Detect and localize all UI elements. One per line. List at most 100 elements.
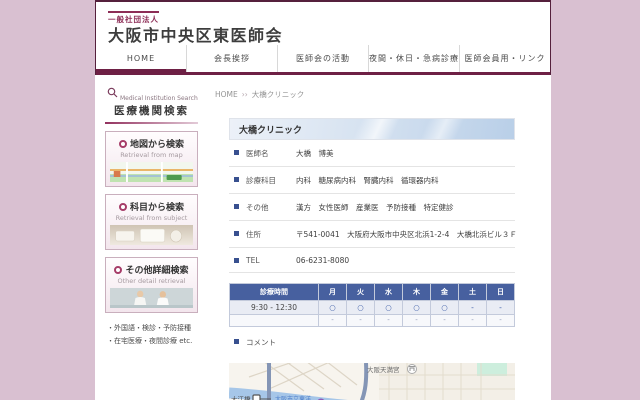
search-icon <box>107 83 118 102</box>
field-row-doctor-name: 医師名 大橋 博美 <box>229 140 515 167</box>
corporation-type-label: 一般社団法人 <box>108 11 159 25</box>
schedule-time-cell <box>230 315 318 326</box>
site-header: 一般社団法人 大阪市中央区東医師会 HOME 会長挨拶 医師会の活動 夜間・休日… <box>95 0 551 75</box>
bullet-icon <box>119 140 127 148</box>
page: 一般社団法人 大阪市中央区東医師会 HOME 会長挨拶 医師会の活動 夜間・休日… <box>0 0 640 400</box>
field-bullet-icon <box>234 177 239 182</box>
schedule-cell: - <box>459 301 486 314</box>
sidebar-note-line: ・外国語・検診・予防接種 <box>107 322 198 335</box>
field-bullet-icon <box>234 150 239 155</box>
schedule-cell: - <box>431 315 458 326</box>
field-row-departments: 診療科目 内科 糖尿病内科 腎臓内科 循環器内科 <box>229 167 515 194</box>
sidebar-item-label: 地図から検索 <box>130 137 184 150</box>
nav-item-greeting[interactable]: 会長挨拶 <box>186 45 277 72</box>
schedule-row-afternoon: - - - - - - - <box>230 315 514 326</box>
subject-thumbnail-image <box>110 225 193 245</box>
body-area: Medical Institution Search 医療機関検索 地図から検索… <box>95 75 551 400</box>
schedule-cell: - <box>347 315 374 326</box>
sidebar-item-caption: Retrieval from map <box>110 151 193 159</box>
sidebar-item-label: その他詳細検索 <box>125 263 188 276</box>
site-title: 大阪市中央区東医師会 <box>108 26 550 45</box>
map-label-bridge: 大江橋 <box>231 395 251 400</box>
schedule-day-mon: 月 <box>319 284 346 300</box>
field-value: 漢方 女性医師 産業医 予防接種 特定健診 <box>296 202 454 213</box>
sidebar-notes: ・外国語・検診・予防接種 ・在宅医療・夜間診療 etc. <box>105 322 198 349</box>
schedule-day-wed: 水 <box>375 284 402 300</box>
sidebar-item-caption: Retrieval from subject <box>110 214 193 222</box>
doctors-thumbnail-image <box>110 288 193 308</box>
bullet-icon <box>119 203 127 211</box>
sidebar-item-other-detail-search[interactable]: その他詳細検索 Other detail retrieval <box>105 257 198 313</box>
schedule-cell: - <box>487 315 514 326</box>
sidebar-item-caption: Other detail retrieval <box>110 277 193 285</box>
map-label-museum-1: 大阪市立東洋 <box>275 395 311 400</box>
field-label: 医師名 <box>246 148 296 159</box>
map-thumbnail-image <box>110 162 193 182</box>
map-label-shrine: 大阪天満宮 <box>367 365 400 374</box>
schedule-row-morning: 9:30 - 12:30 ○ ○ ○ ○ ○ - - <box>230 301 514 314</box>
clinic-name: 大橋クリニック <box>239 123 302 136</box>
field-label: TEL <box>246 256 296 265</box>
search-title-en: Medical Institution Search <box>120 95 198 102</box>
field-value: 大橋 博美 <box>296 148 334 159</box>
field-label: その他 <box>246 202 296 213</box>
nav-item-activities[interactable]: 医師会の活動 <box>277 45 368 72</box>
breadcrumb-current: 大橋クリニック <box>252 90 305 99</box>
field-value: 06-6231-8080 <box>296 256 349 265</box>
consultation-hours-table: 診療時間 月 火 水 木 金 土 日 9:30 - 12:30 ○ <box>229 283 515 327</box>
location-map[interactable]: 大阪天満宮 大阪市立東洋 陶磁美術館 大江橋 天満 <box>229 363 515 400</box>
schedule-cell: - <box>375 315 402 326</box>
nav-item-emergency[interactable]: 夜間・休日・急病診療 <box>368 45 459 72</box>
search-header: Medical Institution Search 医療機関検索 <box>105 83 198 124</box>
clinic-name-banner: 大橋クリニック <box>229 118 515 140</box>
site-container: 一般社団法人 大阪市中央区東医師会 HOME 会長挨拶 医師会の活動 夜間・休日… <box>95 0 551 400</box>
field-row-other: その他 漢方 女性医師 産業医 予防接種 特定健診 <box>229 194 515 221</box>
field-bullet-icon <box>234 231 239 236</box>
field-row-comment: コメント <box>229 329 515 355</box>
schedule-cell: - <box>487 301 514 314</box>
sidebar-item-search-by-map[interactable]: 地図から検索 Retrieval from map <box>105 131 198 187</box>
breadcrumb-home-link[interactable]: HOME <box>215 90 238 99</box>
schedule-cell: - <box>403 315 430 326</box>
schedule-day-thu: 木 <box>403 284 430 300</box>
schedule-header-time: 診療時間 <box>230 284 318 300</box>
schedule-time-cell: 9:30 - 12:30 <box>230 301 318 314</box>
field-label: 診療科目 <box>246 175 296 186</box>
breadcrumb: HOME ›› 大橋クリニック <box>215 89 543 100</box>
breadcrumb-separator: ›› <box>242 90 248 99</box>
field-label: コメント <box>246 337 296 348</box>
schedule-cell: ○ <box>347 301 374 314</box>
sidebar-item-label: 科目から検索 <box>130 200 184 213</box>
brand: 一般社団法人 大阪市中央区東医師会 <box>96 2 550 45</box>
field-bullet-icon <box>234 258 239 263</box>
shrine-icon <box>408 365 417 374</box>
sidebar-item-search-by-subject[interactable]: 科目から検索 Retrieval from subject <box>105 194 198 250</box>
main-nav: HOME 会長挨拶 医師会の活動 夜間・休日・急病診療 医師会員用・リンク <box>96 45 550 75</box>
field-row-tel: TEL 06-6231-8080 <box>229 248 515 273</box>
bullet-icon <box>114 266 122 274</box>
field-label: 住所 <box>246 229 296 240</box>
schedule-cell: - <box>459 315 486 326</box>
search-title-jp: 医療機関検索 <box>105 103 198 118</box>
schedule-day-tue: 火 <box>347 284 374 300</box>
field-value: 〒541-0041 大阪府大阪市中央区北浜1-2-4 大橋北浜ビル３Ｆ <box>296 229 517 240</box>
nav-item-members-links[interactable]: 医師会員用・リンク <box>459 45 550 72</box>
field-value: 内科 糖尿病内科 腎臓内科 循環器内科 <box>296 175 439 186</box>
schedule-cell: ○ <box>319 301 346 314</box>
schedule-cell: ○ <box>375 301 402 314</box>
schedule-cell: ○ <box>403 301 430 314</box>
station-icon <box>253 395 260 400</box>
nav-item-home[interactable]: HOME <box>96 45 186 72</box>
field-bullet-icon <box>234 204 239 209</box>
schedule-cell: - <box>319 315 346 326</box>
field-bullet-icon <box>234 339 239 344</box>
divider <box>105 122 198 124</box>
schedule-day-sat: 土 <box>459 284 486 300</box>
schedule-cell: ○ <box>431 301 458 314</box>
main-content: HOME››大橋クリニック 大橋クリニック 医師名 大橋 博美 診療科目 内科 <box>203 75 551 400</box>
schedule-day-fri: 金 <box>431 284 458 300</box>
sidebar: Medical Institution Search 医療機関検索 地図から検索… <box>95 75 203 400</box>
field-row-address: 住所 〒541-0041 大阪府大阪市中央区北浜1-2-4 大橋北浜ビル３Ｆ <box>229 221 515 248</box>
clinic-detail-panel: 大橋クリニック 医師名 大橋 博美 診療科目 内科 糖尿病内科 腎臓内科 循環器… <box>229 118 515 400</box>
sidebar-note-line: ・在宅医療・夜間診療 etc. <box>107 335 198 348</box>
